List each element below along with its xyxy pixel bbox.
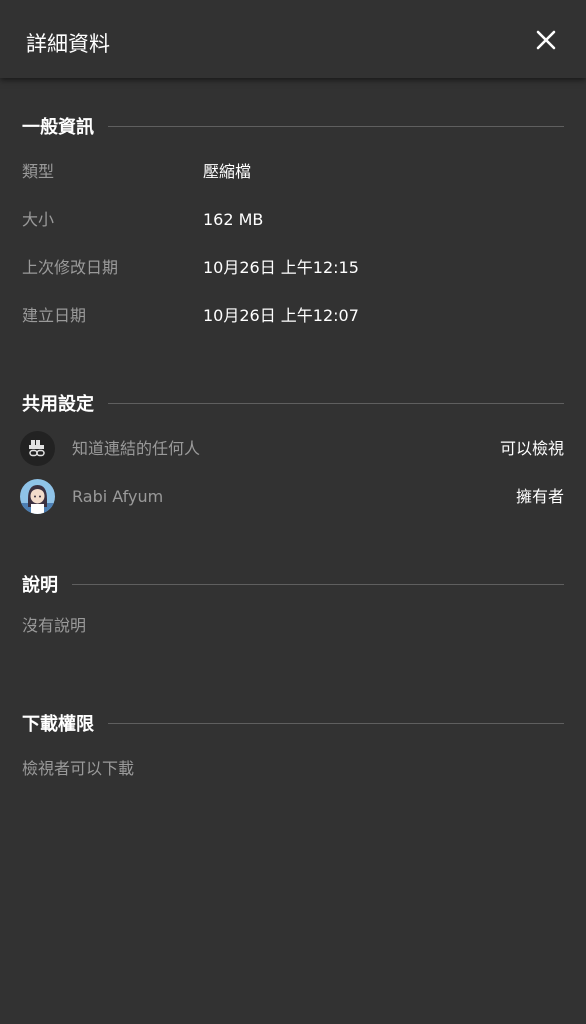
info-label: 大小 (22, 210, 55, 229)
section-divider (108, 402, 564, 404)
details-header: 詳細資料 (0, 0, 586, 78)
share-entry-link[interactable]: 知道連結的任何人 可以檢視 (20, 431, 564, 467)
info-value: 162 MB (203, 210, 264, 229)
share-entry-owner[interactable]: Rabi Afyum 擁有者 (20, 479, 564, 515)
info-label: 類型 (22, 162, 55, 181)
info-value: 壓縮檔 (203, 162, 252, 181)
section-heading: 共用設定 (22, 394, 94, 415)
share-entry-permission: 擁有者 (515, 487, 564, 506)
section-heading: 一般資訊 (22, 117, 94, 138)
close-button[interactable] (526, 20, 566, 60)
share-entry-name: Rabi Afyum (72, 487, 164, 506)
section-general-info: 一般資訊 (22, 114, 564, 138)
info-label: 建立日期 (22, 306, 87, 325)
section-heading: 說明 (22, 575, 58, 596)
info-value: 10月26日 上午12:07 (203, 306, 359, 325)
section-download-permission: 下載權限 (22, 711, 564, 735)
page-title: 詳細資料 (26, 32, 110, 56)
link-people-icon (20, 431, 55, 466)
info-value: 10月26日 上午12:15 (203, 258, 359, 277)
close-icon (536, 30, 556, 50)
share-entry-permission: 可以檢視 (499, 439, 564, 458)
info-label: 上次修改日期 (22, 258, 119, 277)
avatar (20, 479, 55, 514)
section-divider (72, 583, 564, 585)
share-entry-name: 知道連結的任何人 (72, 439, 201, 458)
description-text: 沒有說明 (22, 616, 87, 635)
section-divider (108, 125, 564, 127)
section-divider (108, 722, 564, 724)
download-permission-text: 檢視者可以下載 (22, 759, 135, 778)
section-sharing: 共用設定 (22, 391, 564, 415)
section-heading: 下載權限 (22, 714, 94, 735)
section-description: 說明 (22, 572, 564, 596)
